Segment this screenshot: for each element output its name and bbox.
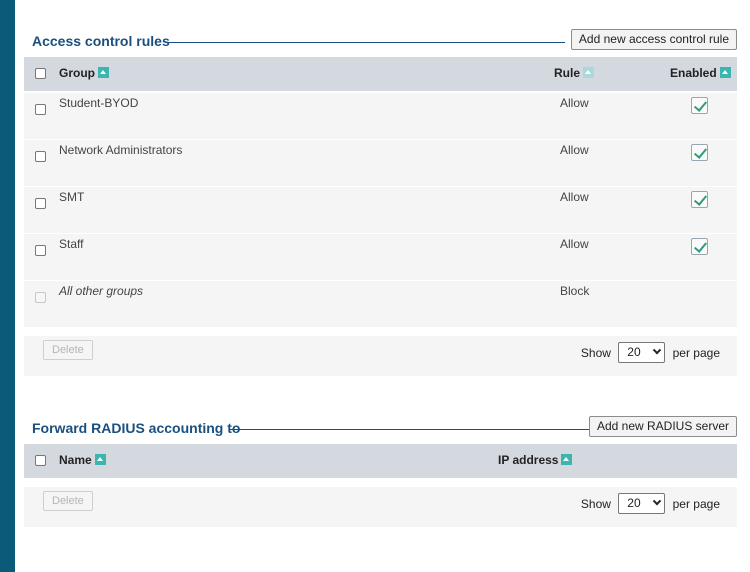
enabled-checkbox[interactable] (691, 97, 708, 114)
sort-icon[interactable] (583, 67, 595, 78)
group-name: Staff (59, 237, 84, 251)
chevron-down-icon (653, 345, 662, 355)
access-section-header: Access control rules Add new access cont… (24, 29, 737, 53)
per-page-label: per page (672, 496, 720, 511)
enabled-checkbox[interactable] (691, 238, 708, 255)
radius-section-header: Forward RADIUS accounting to Add new RAD… (24, 416, 737, 440)
table-row: Staff Allow (24, 234, 737, 280)
table-row: All other groups Block (24, 281, 737, 327)
radius-table-header: Name IP address (24, 444, 737, 478)
left-sidebar-strip (0, 0, 15, 572)
per-page-label: per page (672, 345, 720, 360)
group-name: All other groups (59, 284, 144, 298)
add-access-rule-button[interactable]: Add new access control rule (570, 29, 737, 50)
per-page-control: Show 20 per page (581, 493, 720, 514)
access-table-header: Group Rule Enabled (24, 57, 737, 91)
select-all-checkbox[interactable] (35, 455, 46, 466)
table-row: Student-BYOD Allow (24, 93, 737, 139)
column-header-ip-address[interactable]: IP address (498, 453, 573, 467)
add-radius-server-button[interactable]: Add new RADIUS server (588, 416, 737, 437)
per-page-select[interactable]: 20 (618, 342, 666, 363)
enabled-checkbox[interactable] (691, 144, 708, 161)
sort-ascending-icon[interactable] (98, 67, 109, 78)
access-section-title: Access control rules (32, 33, 170, 49)
radius-section-title: Forward RADIUS accounting to (32, 420, 241, 436)
row-checkbox[interactable] (35, 151, 46, 162)
radius-section-divider (230, 429, 593, 430)
sort-ascending-icon[interactable] (94, 454, 106, 465)
rule-value: Allow (560, 143, 589, 157)
select-all-checkbox[interactable] (35, 68, 46, 79)
row-checkbox[interactable] (35, 198, 46, 209)
show-label: Show (580, 496, 611, 511)
row-checkbox-disabled (35, 292, 46, 303)
row-checkbox[interactable] (35, 245, 46, 256)
column-header-name[interactable]: Name (59, 453, 106, 467)
rule-value: Allow (560, 237, 589, 251)
rule-value: Block (560, 284, 590, 298)
table-row: SMT Allow (24, 187, 737, 233)
delete-button: Delete (43, 491, 93, 511)
group-name: Student-BYOD (59, 96, 139, 110)
table-row: Network Administrators Allow (24, 140, 737, 186)
access-table-footer: Delete Show 20 per page (24, 336, 737, 376)
group-name: Network Administrators (59, 143, 183, 157)
per-page-control: Show 20 per page (581, 342, 720, 363)
column-header-rule[interactable]: Rule (554, 66, 595, 80)
group-name: SMT (59, 190, 85, 204)
rule-value: Allow (560, 190, 589, 204)
chevron-down-icon (653, 496, 662, 506)
enabled-checkbox[interactable] (691, 191, 708, 208)
show-label: Show (580, 345, 611, 360)
delete-button: Delete (43, 340, 93, 360)
sort-ascending-icon[interactable] (561, 454, 573, 465)
rule-value: Allow (560, 96, 589, 110)
sort-ascending-icon[interactable] (719, 67, 731, 78)
radius-table-footer: Delete Show 20 per page (24, 487, 737, 527)
row-checkbox[interactable] (35, 104, 46, 115)
column-header-group[interactable]: Group (59, 66, 109, 80)
column-header-enabled[interactable]: Enabled (670, 66, 731, 80)
per-page-select[interactable]: 20 (618, 493, 666, 514)
access-section-divider (166, 42, 565, 43)
